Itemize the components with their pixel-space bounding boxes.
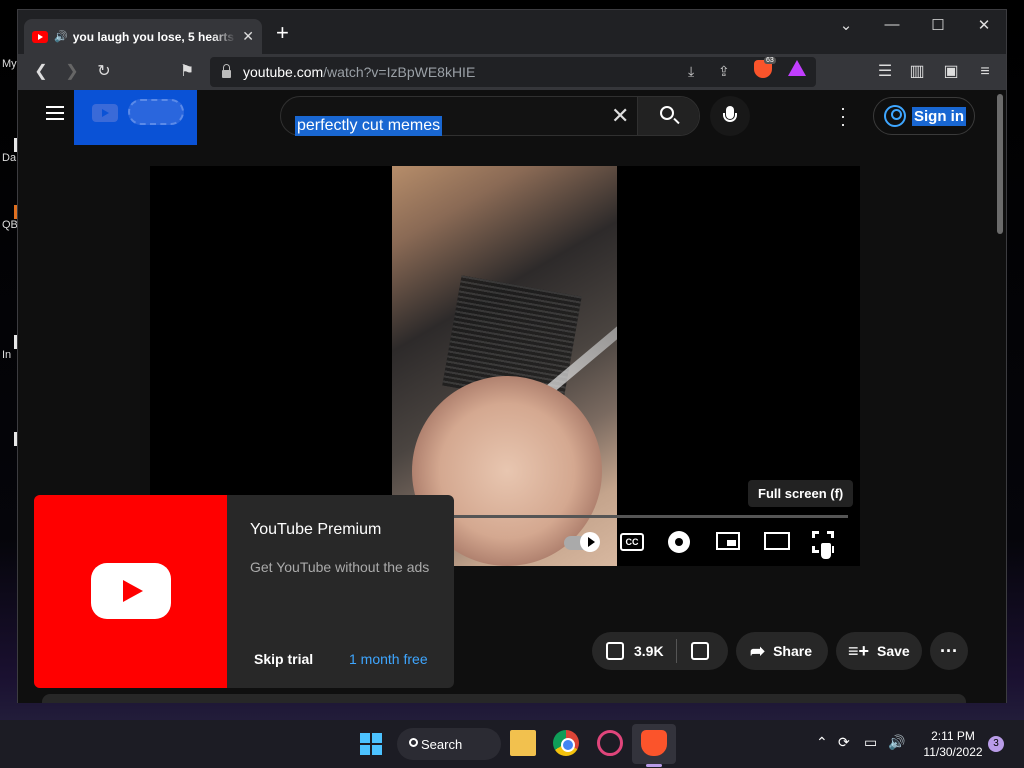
app-ring-icon[interactable] — [597, 730, 623, 756]
desktop-icon-unnamed[interactable] — [2, 432, 18, 446]
description-box[interactable] — [42, 694, 966, 703]
search-button[interactable] — [637, 97, 699, 135]
premium-promo-card: YouTube Premium Get YouTube without the … — [34, 495, 454, 688]
fullscreen-tooltip: Full screen (f) — [748, 480, 854, 507]
taskbar: Search ⌃ ⟳ ▭ 🔊 2:11 PM 11/30/2022 3 — [0, 720, 1024, 768]
theater-mode-icon[interactable] — [764, 532, 790, 550]
maximize-button[interactable]: ☐ — [915, 16, 961, 34]
desktop-icon-label: Da — [2, 152, 17, 164]
chrome-icon[interactable] — [553, 730, 579, 756]
sync-icon[interactable]: ⟳ — [838, 734, 850, 751]
desktop-icon-label: My — [2, 58, 17, 70]
clear-search-icon[interactable]: ✕ — [611, 105, 629, 127]
volume-icon[interactable]: 🔊 — [888, 734, 905, 751]
youtube-play-icon — [91, 563, 171, 619]
desktop-icon-label: QB — [2, 219, 18, 231]
wallet-icon[interactable]: ▣ — [940, 62, 962, 82]
browser-window: 🔊 you laugh you lose, 5 hearts (perfectl… — [17, 9, 1007, 703]
windows-start-icon[interactable] — [360, 733, 382, 755]
captions-button[interactable]: CC — [620, 533, 644, 551]
back-button[interactable]: ❮ — [30, 62, 52, 82]
youtube-page: perfectly cut memes ✕ · · · Sign in Full s… — [18, 90, 996, 703]
tab-close-icon[interactable]: ✕ — [242, 28, 254, 45]
sign-in-button[interactable]: Sign in — [873, 97, 975, 135]
desktop-icon-data[interactable]: Da — [2, 138, 18, 164]
show-hidden-icons-icon[interactable]: ⌃ — [816, 734, 828, 751]
playlist-add-icon: ≡+ — [848, 640, 870, 661]
share-icon: ➦ — [750, 640, 766, 661]
url-host: youtube.com — [243, 64, 324, 80]
close-window-button[interactable]: ✕ — [961, 16, 1007, 34]
title-bar: 🔊 you laugh you lose, 5 hearts (perfectl… — [18, 10, 1006, 54]
desktop-icon-qb[interactable]: QB — [2, 205, 18, 231]
premium-art — [34, 495, 227, 688]
like-dislike-group: 3.9K — [592, 632, 728, 670]
file-explorer-icon[interactable] — [510, 730, 536, 756]
clock-date: 11/30/2022 — [923, 745, 983, 759]
youtube-logo[interactable] — [74, 90, 197, 145]
search-icon — [409, 738, 418, 747]
shields-count-badge: 63 — [764, 57, 776, 64]
clock-time: 2:11 PM — [931, 729, 975, 743]
lock-icon[interactable] — [222, 64, 231, 78]
skip-trial-button[interactable]: Skip trial — [254, 651, 313, 667]
brave-browser-icon[interactable] — [641, 730, 667, 756]
search-input[interactable]: perfectly cut memes — [295, 116, 443, 136]
settings-menu-icon[interactable]: · · · — [836, 99, 850, 133]
new-tab-button[interactable]: + — [276, 22, 289, 44]
address-bar[interactable]: youtube.com/watch?v=IzBpWE8kHIE ⤓ ⇪ — [210, 57, 816, 87]
desktop-icon-my[interactable]: My — [2, 58, 18, 70]
page-scrollbar[interactable] — [994, 90, 1006, 703]
url-text: youtube.com/watch?v=IzBpWE8kHIE — [243, 64, 475, 80]
speaker-icon[interactable]: 🔊 — [54, 30, 68, 43]
hand-cursor-icon — [820, 542, 832, 560]
clock[interactable]: 2:11 PM 11/30/2022 — [918, 728, 988, 760]
browser-toolbar: ❮ ❯ ↻ ⚑ youtube.com/watch?v=IzBpWE8kHIE … — [18, 54, 1006, 90]
brave-rewards-icon[interactable] — [788, 60, 806, 76]
tab-search-button[interactable]: ⌄ — [823, 16, 869, 34]
sidebar-icon[interactable]: ▥ — [906, 62, 928, 82]
guide-menu-icon[interactable] — [46, 106, 64, 120]
share-page-icon[interactable]: ⇪ — [718, 63, 730, 80]
desktop-icon-label: In — [2, 349, 12, 361]
taskbar-search-label: Search — [421, 736, 463, 752]
youtube-favicon-icon — [32, 30, 48, 43]
install-app-icon[interactable]: ⤓ — [688, 63, 694, 80]
url-path: /watch?v=IzBpWE8kHIE — [323, 64, 476, 80]
share-label: Share — [773, 643, 813, 659]
search-box[interactable]: perfectly cut memes ✕ — [280, 96, 700, 136]
media-queue-icon[interactable]: ☰ — [874, 62, 896, 82]
promo-title: YouTube Premium — [250, 521, 382, 538]
desktop-icon-in[interactable]: In — [2, 335, 18, 361]
minimize-button[interactable]: — — [869, 16, 915, 33]
sign-in-label: Sign in — [912, 106, 966, 126]
free-trial-button[interactable]: 1 month free — [349, 651, 428, 667]
forward-button[interactable]: ❯ — [61, 62, 83, 82]
voice-search-button[interactable] — [710, 96, 750, 136]
browser-tab-active[interactable]: 🔊 you laugh you lose, 5 hearts (perfectl… — [24, 19, 262, 54]
more-actions-button[interactable]: ··· — [930, 632, 968, 670]
settings-gear-icon[interactable] — [668, 531, 690, 553]
account-icon — [884, 105, 906, 127]
play-logo-icon — [92, 104, 118, 122]
menu-icon[interactable]: ≡ — [974, 62, 996, 82]
save-label: Save — [877, 643, 910, 659]
reload-button[interactable]: ↻ — [93, 62, 115, 82]
save-button[interactable]: ≡+ Save — [836, 632, 922, 670]
taskbar-search-button[interactable]: Search — [397, 728, 501, 760]
like-icon[interactable] — [606, 642, 624, 660]
autoplay-toggle[interactable] — [564, 532, 600, 552]
bookmark-icon[interactable]: ⚑ — [176, 62, 198, 82]
youtube-header: perfectly cut memes ✕ · · · Sign in — [18, 90, 996, 146]
like-count[interactable]: 3.9K — [634, 643, 664, 659]
tab-title: you laugh you lose, 5 hearts (perfectly … — [72, 29, 237, 44]
share-button[interactable]: ➦ Share — [736, 632, 828, 670]
promo-subtitle: Get YouTube without the ads — [250, 559, 430, 575]
dislike-icon[interactable] — [690, 642, 709, 660]
doodle-badge-icon — [128, 99, 184, 125]
network-icon[interactable]: ▭ — [864, 734, 877, 751]
search-icon — [660, 106, 674, 120]
notification-badge[interactable]: 3 — [988, 736, 1004, 752]
miniplayer-icon[interactable] — [716, 532, 740, 550]
